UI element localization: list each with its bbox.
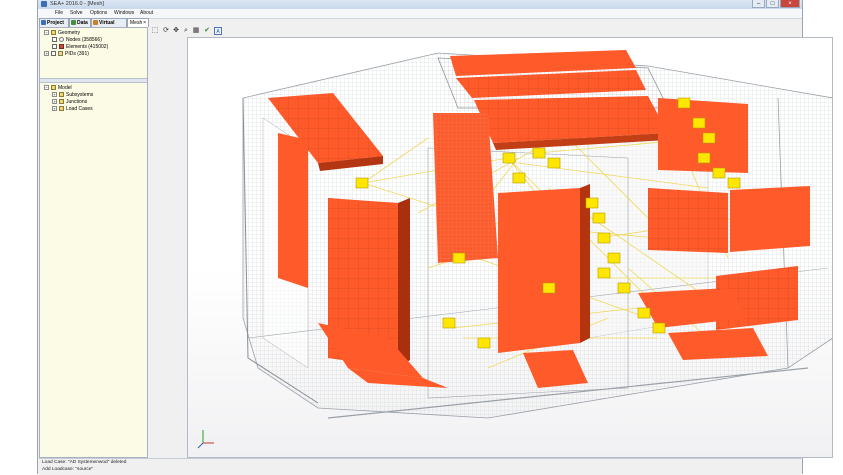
junction-marker[interactable] bbox=[637, 307, 651, 319]
expand-icon[interactable]: + bbox=[52, 106, 57, 112]
folder-icon bbox=[59, 106, 64, 112]
junction-marker[interactable] bbox=[697, 152, 711, 164]
maximize-button[interactable]: □ bbox=[766, 0, 779, 8]
junction-marker[interactable] bbox=[452, 252, 466, 264]
check-icon[interactable]: ✔ bbox=[203, 27, 211, 35]
window-controls: – □ × bbox=[751, 0, 800, 9]
minimize-button[interactable]: – bbox=[752, 0, 765, 8]
application-window: SEA+ 2016.0 - [Mesh] – □ × File Solve Op… bbox=[37, 0, 833, 475]
folder-icon bbox=[51, 85, 56, 91]
folder-icon bbox=[51, 30, 56, 36]
tree-item-elements[interactable]: Elements (415002) bbox=[52, 44, 108, 51]
pan-icon[interactable]: ✥ bbox=[172, 27, 180, 35]
menu-windows[interactable]: Windows bbox=[114, 10, 134, 16]
junction-marker[interactable] bbox=[532, 147, 546, 159]
junction-marker[interactable] bbox=[592, 212, 606, 224]
virtual-sea-icon bbox=[93, 20, 98, 25]
junction-marker[interactable] bbox=[542, 282, 556, 294]
collapse-icon[interactable]: − bbox=[44, 85, 49, 91]
label-icon[interactable]: A bbox=[214, 27, 222, 35]
junction-marker[interactable] bbox=[677, 97, 691, 109]
junction-marker[interactable] bbox=[585, 197, 599, 209]
element-icon bbox=[59, 44, 64, 50]
folder-icon bbox=[59, 92, 64, 98]
junction-marker[interactable] bbox=[727, 177, 741, 189]
checkbox-icon[interactable] bbox=[51, 51, 56, 57]
tab-project[interactable]: Project bbox=[39, 18, 69, 27]
junction-marker[interactable] bbox=[547, 157, 561, 169]
tab-data-label: Data bbox=[77, 20, 88, 26]
status-line-1: Load Case: "AD Systemenwod" deleted bbox=[42, 460, 127, 465]
tab-data[interactable]: Data bbox=[69, 18, 91, 27]
junction-marker[interactable] bbox=[597, 232, 611, 244]
menu-solve[interactable]: Solve bbox=[70, 10, 83, 16]
menu-options[interactable]: Options bbox=[90, 10, 107, 16]
tree-geometry-root[interactable]: − Geometry bbox=[44, 30, 80, 37]
junction-marker[interactable] bbox=[692, 117, 706, 129]
close-button[interactable]: × bbox=[780, 0, 800, 8]
tree-item-subsystems[interactable]: + Subsystems bbox=[52, 92, 93, 99]
title-bar: SEA+ 2016.0 - [Mesh] – □ × bbox=[38, 0, 802, 9]
expand-icon[interactable]: + bbox=[52, 99, 57, 105]
axis-triad-icon bbox=[197, 430, 214, 449]
center-panel-large[interactable] bbox=[498, 188, 580, 353]
app-icon bbox=[41, 1, 47, 7]
tree-item-nodes[interactable]: Nodes (358566) bbox=[52, 37, 102, 44]
menu-bar: File Solve Options Windows About bbox=[38, 9, 802, 19]
expand-icon[interactable]: + bbox=[44, 51, 49, 57]
checkbox-icon[interactable] bbox=[52, 37, 57, 43]
rotate-icon[interactable]: ⟳ bbox=[162, 27, 170, 35]
select-icon[interactable]: ⬚ bbox=[151, 27, 159, 35]
expand-icon[interactable]: + bbox=[52, 92, 57, 98]
window-title: SEA+ 2016.0 - [Mesh] bbox=[50, 1, 104, 7]
project-icon bbox=[41, 20, 46, 25]
floor-panel-right-front[interactable] bbox=[668, 328, 768, 360]
junction-marker[interactable] bbox=[597, 267, 611, 279]
side-panel-left-back[interactable] bbox=[278, 133, 308, 288]
tree-item-load-cases[interactable]: + Load Cases bbox=[52, 106, 93, 113]
folder-icon bbox=[59, 99, 64, 105]
status-line-2: Add Loadcase: "source" bbox=[42, 467, 94, 472]
junction-marker[interactable] bbox=[702, 132, 716, 144]
junction-marker[interactable] bbox=[617, 282, 631, 294]
checkbox-checked-icon[interactable] bbox=[52, 44, 57, 50]
fit-icon[interactable]: ▦ bbox=[192, 27, 200, 35]
tab-bar: Project Data Virtual SEA Mesh × bbox=[39, 18, 149, 34]
data-icon bbox=[71, 20, 76, 25]
3d-mesh-viewport[interactable] bbox=[187, 37, 833, 458]
tab-virtual-sea[interactable]: Virtual SEA bbox=[91, 18, 127, 34]
tab-close-icon[interactable]: × bbox=[143, 19, 146, 27]
tab-mesh[interactable]: Mesh × bbox=[127, 18, 149, 27]
tab-mesh-label: Mesh bbox=[130, 20, 143, 26]
status-bar: Load Case: "AD Systemenwod" deleted Add … bbox=[39, 458, 801, 475]
node-icon bbox=[59, 37, 64, 43]
junction-marker[interactable] bbox=[652, 322, 666, 334]
tab-project-label: Project bbox=[47, 20, 64, 26]
panel-splitter[interactable] bbox=[40, 78, 147, 83]
junction-marker[interactable] bbox=[502, 152, 516, 164]
tree-item-pids[interactable]: + PIDs (391) bbox=[44, 51, 89, 58]
junction-marker[interactable] bbox=[355, 177, 369, 189]
right-panel-mid-front[interactable] bbox=[730, 186, 810, 252]
menu-about[interactable]: About bbox=[140, 10, 153, 16]
tree-model-root[interactable]: − Model bbox=[44, 85, 72, 92]
junction-marker[interactable] bbox=[512, 172, 526, 184]
zoom-icon[interactable]: ⌕ bbox=[182, 27, 190, 35]
junction-marker[interactable] bbox=[607, 252, 621, 264]
junction-marker[interactable] bbox=[712, 167, 726, 179]
mesh-model-canvas[interactable] bbox=[188, 38, 832, 457]
tree-item-junctions[interactable]: + Junctions bbox=[52, 99, 87, 106]
model-tree-panel: − Geometry Nodes (358566) Elements (41500… bbox=[39, 27, 148, 458]
menu-file[interactable]: File bbox=[55, 10, 63, 16]
junction-marker[interactable] bbox=[477, 337, 491, 349]
pid-icon bbox=[58, 51, 63, 57]
collapse-icon[interactable]: − bbox=[44, 30, 49, 36]
junction-marker[interactable] bbox=[442, 317, 456, 329]
